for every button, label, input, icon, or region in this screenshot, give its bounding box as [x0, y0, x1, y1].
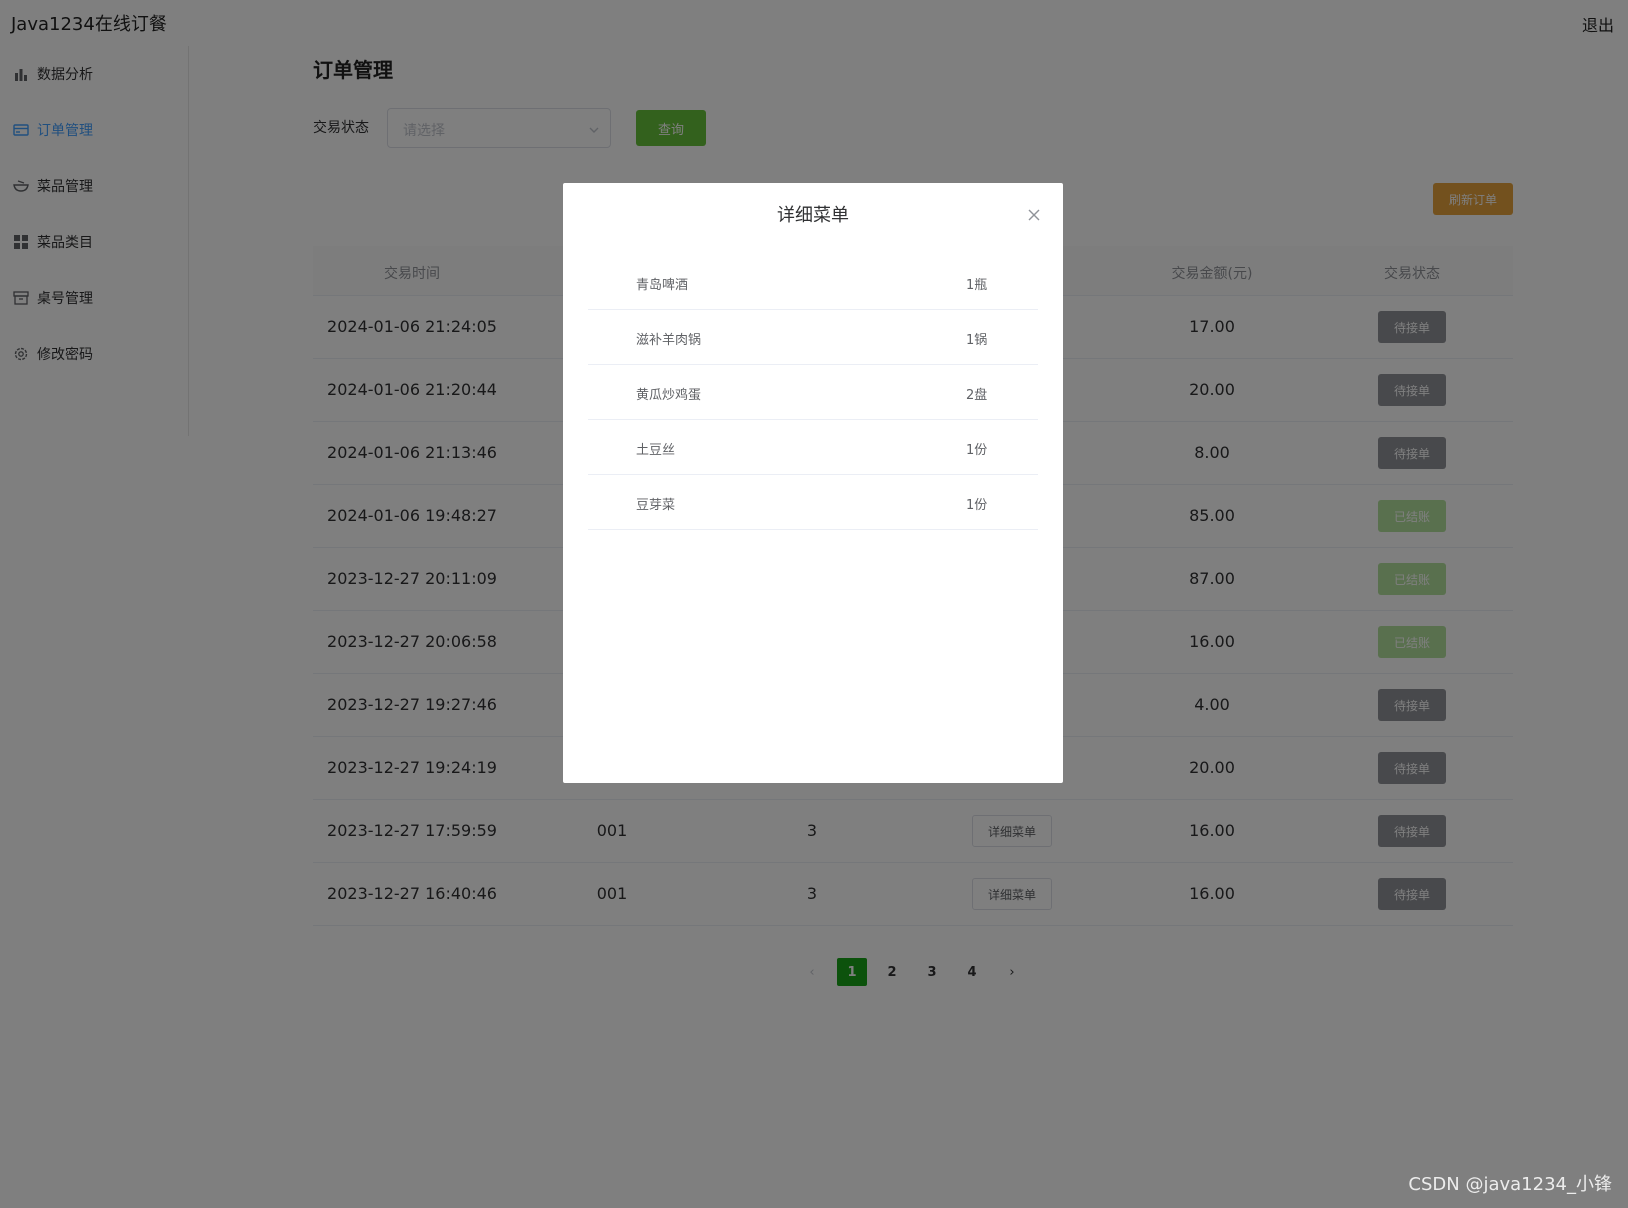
- watermark: CSDN @java1234_小锋: [1408, 1174, 1612, 1195]
- item-qty: 1瓶: [966, 278, 988, 293]
- item-name: 滋补羊肉锅: [636, 333, 702, 348]
- item-qty: 2盘: [966, 388, 988, 403]
- item-qty: 1份: [966, 443, 988, 458]
- item-qty: 1份: [966, 498, 988, 513]
- close-icon[interactable]: [1027, 207, 1041, 221]
- list-item: 黄瓜炒鸡蛋 2盘: [588, 365, 1038, 420]
- item-qty: 1锅: [966, 333, 988, 348]
- list-item: 土豆丝 1份: [588, 420, 1038, 475]
- detail-menu-dialog: 详细菜单 青岛啤酒 1瓶 滋补羊肉锅 1锅 黄瓜炒鸡蛋 2盘 土豆丝 1份 豆芽…: [563, 183, 1063, 783]
- item-name: 黄瓜炒鸡蛋: [636, 388, 702, 403]
- list-item: 豆芽菜 1份: [588, 475, 1038, 530]
- item-name: 豆芽菜: [636, 498, 676, 513]
- dialog-item-list: 青岛啤酒 1瓶 滋补羊肉锅 1锅 黄瓜炒鸡蛋 2盘 土豆丝 1份 豆芽菜 1份: [588, 255, 1038, 530]
- item-name: 青岛啤酒: [636, 278, 689, 293]
- list-item: 青岛啤酒 1瓶: [588, 255, 1038, 310]
- list-item: 滋补羊肉锅 1锅: [588, 310, 1038, 365]
- dialog-title: 详细菜单: [777, 205, 849, 226]
- item-name: 土豆丝: [636, 443, 676, 458]
